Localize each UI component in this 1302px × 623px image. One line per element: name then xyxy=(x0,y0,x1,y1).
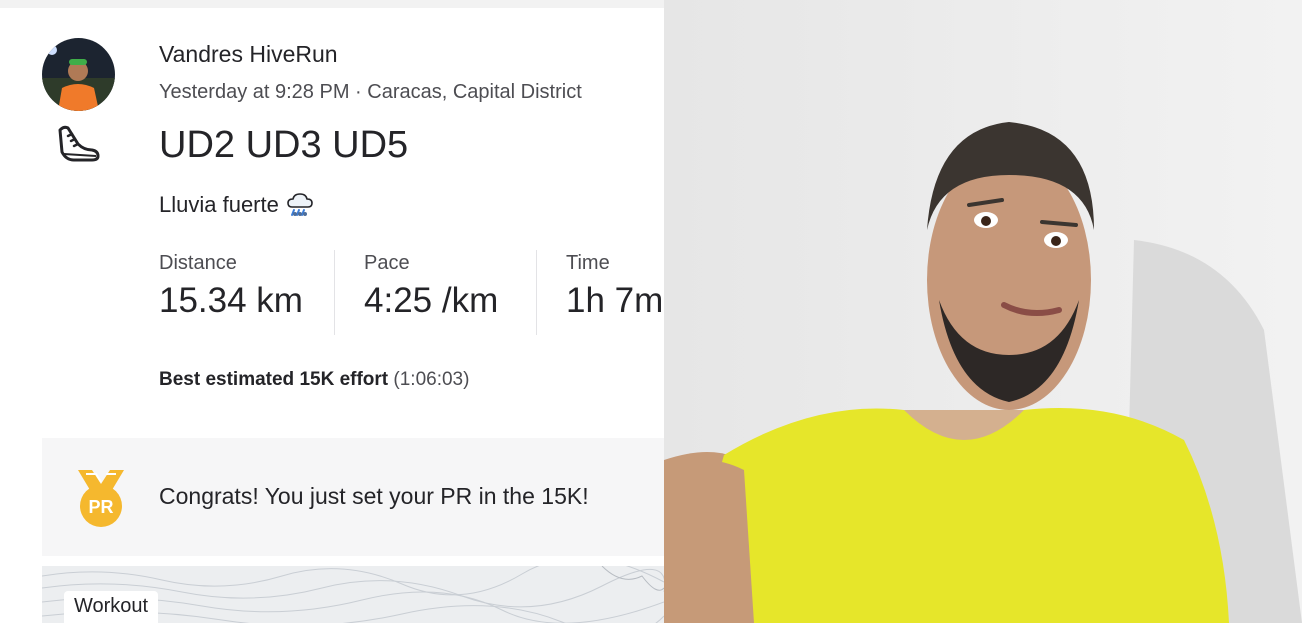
heavy-rain-cloud-icon xyxy=(287,193,313,216)
stat-time: Time 1h 7m xyxy=(566,252,663,321)
activity-meta: Yesterday at 9:28 PM · Caracas, Capital … xyxy=(159,81,582,103)
best-effort-label: Best estimated 15K effort xyxy=(159,369,389,390)
pr-medal-icon: PR xyxy=(78,470,124,527)
best-effort: Best estimated 15K effort (1:06:03) xyxy=(159,369,469,391)
stat-distance: Distance 15.34 km xyxy=(159,252,303,321)
stat-value: 1h 7m xyxy=(566,281,664,320)
athlete-name-link[interactable]: Vandres HiveRun xyxy=(159,41,338,68)
stat-label: Pace xyxy=(364,252,410,274)
best-effort-time: (1:06:03) xyxy=(393,369,470,390)
running-shoe-icon xyxy=(58,125,100,162)
top-strip xyxy=(0,0,664,8)
stat-divider xyxy=(536,250,537,335)
stat-label: Time xyxy=(566,252,610,274)
athlete-avatar[interactable] xyxy=(42,38,115,111)
pr-message: Congrats! You just set your PR in the 15… xyxy=(159,483,589,509)
stat-divider xyxy=(334,250,335,335)
route-map[interactable]: Workout xyxy=(42,566,664,623)
stat-value: 15.34 km xyxy=(159,281,303,320)
activity-photo[interactable] xyxy=(664,0,1302,623)
pr-card: PR Congrats! You just set your PR in the… xyxy=(42,438,664,556)
activity-panel: Vandres HiveRun Yesterday at 9:28 PM · C… xyxy=(0,0,664,623)
stat-pace: Pace 4:25 /km xyxy=(364,252,498,321)
medal-label: PR xyxy=(88,497,113,517)
stat-label: Distance xyxy=(159,252,237,274)
activity-title: UD2 UD3 UD5 xyxy=(159,124,409,166)
activity-description: Lluvia fuerte xyxy=(159,190,315,220)
stat-value: 4:25 /km xyxy=(364,281,499,320)
description-text: Lluvia fuerte xyxy=(159,192,279,217)
workout-badge[interactable]: Workout xyxy=(64,591,159,623)
